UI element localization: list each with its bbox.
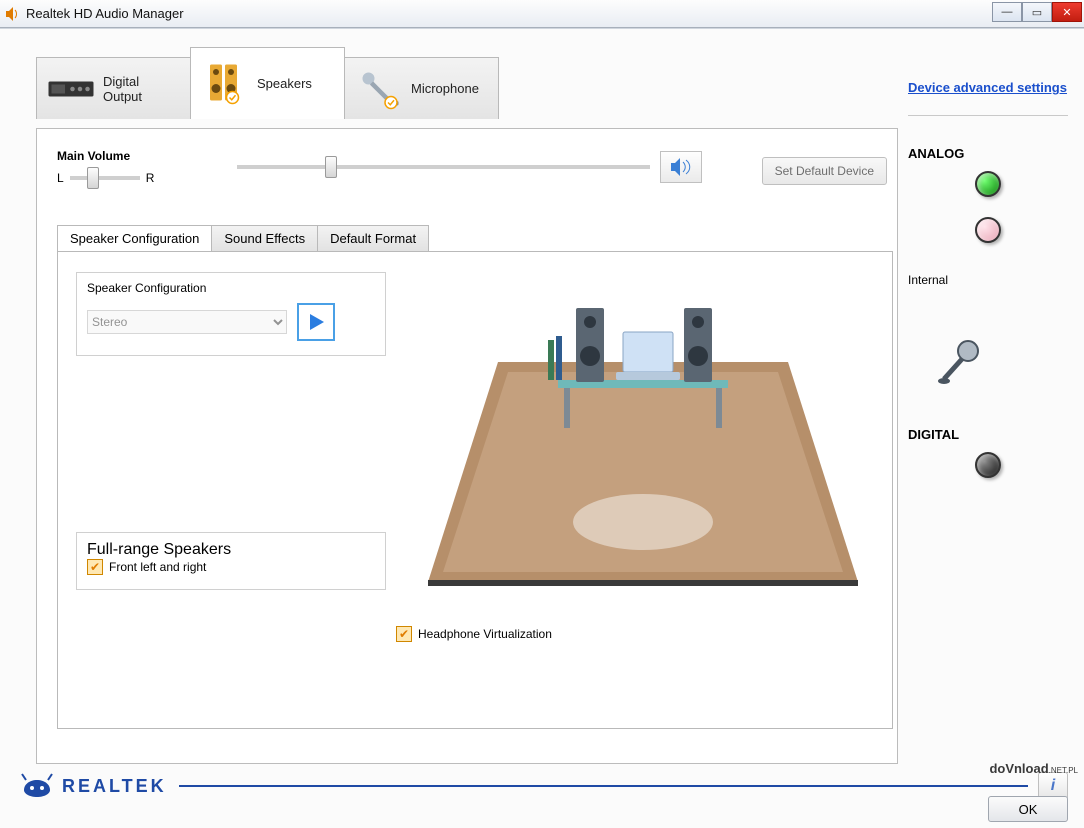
- play-icon: [306, 312, 326, 332]
- download-watermark: doVnload.NET.PL: [989, 761, 1078, 776]
- sidebar: Device advanced settings ANALOG Internal…: [908, 79, 1068, 508]
- front-left-right-checkbox[interactable]: Front left and right: [87, 559, 375, 575]
- full-range-speakers-label: Full-range Speakers: [87, 541, 375, 559]
- digital-section-label: DIGITAL: [908, 427, 1068, 442]
- titlebar: Realtek HD Audio Manager — ▭ ✕: [0, 0, 1084, 28]
- analog-jack-green[interactable]: [975, 171, 1001, 197]
- test-play-button[interactable]: [297, 303, 335, 341]
- speaker-app-icon: [4, 6, 20, 22]
- tab-label: Digital Output: [103, 74, 180, 104]
- device-advanced-settings-link[interactable]: Device advanced settings: [908, 79, 1068, 97]
- tab-microphone[interactable]: Microphone: [344, 57, 499, 119]
- set-default-device-button[interactable]: Set Default Device: [762, 157, 887, 185]
- brand-text: REALTEK: [62, 776, 167, 797]
- window-title: Realtek HD Audio Manager: [26, 6, 184, 21]
- tab-digital-output[interactable]: Digital Output: [36, 57, 191, 119]
- mute-button[interactable]: [660, 151, 702, 183]
- microphone-icon: [355, 67, 403, 111]
- analog-jack-pink[interactable]: [975, 217, 1001, 243]
- realtek-crab-icon: [20, 772, 54, 800]
- speaker-configuration-panel: Speaker Configuration Stereo Full-range …: [57, 251, 893, 729]
- speaker-configuration-label: Speaker Configuration: [87, 281, 375, 295]
- sound-on-icon: [669, 157, 693, 177]
- maximize-button[interactable]: ▭: [1022, 2, 1052, 22]
- divider: [179, 785, 1028, 787]
- internal-section-label: Internal: [908, 273, 1068, 287]
- analog-section-label: ANALOG: [908, 146, 1068, 161]
- headphone-virtualization-checkbox[interactable]: Headphone Virtualization: [396, 626, 552, 642]
- divider: [908, 115, 1068, 116]
- speakers-page: Main Volume L R Set Default Device Speak…: [36, 128, 898, 764]
- subtab-sound-effects[interactable]: Sound Effects: [211, 225, 318, 251]
- subtab-default-format[interactable]: Default Format: [317, 225, 429, 251]
- tab-speakers[interactable]: Speakers: [190, 47, 345, 119]
- minimize-button[interactable]: —: [992, 2, 1022, 22]
- ok-button[interactable]: OK: [988, 796, 1068, 822]
- checkbox-icon: [87, 559, 103, 575]
- speaker-room-illustration: [408, 262, 878, 608]
- digital-output-icon: [47, 67, 95, 111]
- internal-mic-icon[interactable]: [936, 337, 986, 387]
- checkbox-icon: [396, 626, 412, 642]
- speaker-mode-select[interactable]: Stereo: [87, 310, 287, 334]
- checkbox-label: Headphone Virtualization: [418, 627, 552, 641]
- tab-label: Speakers: [257, 76, 312, 91]
- checkbox-label: Front left and right: [109, 560, 206, 574]
- balance-left-label: L: [57, 171, 64, 185]
- volume-slider[interactable]: [237, 165, 650, 169]
- balance-right-label: R: [146, 171, 155, 185]
- subtab-speaker-configuration[interactable]: Speaker Configuration: [57, 225, 212, 251]
- digital-jack[interactable]: [975, 452, 1001, 478]
- realtek-logo: REALTEK: [20, 772, 167, 800]
- balance-slider[interactable]: [70, 176, 140, 180]
- speakers-icon: [201, 62, 249, 106]
- close-button[interactable]: ✕: [1052, 2, 1082, 22]
- tab-label: Microphone: [411, 81, 479, 96]
- main-volume-title: Main Volume: [57, 149, 130, 163]
